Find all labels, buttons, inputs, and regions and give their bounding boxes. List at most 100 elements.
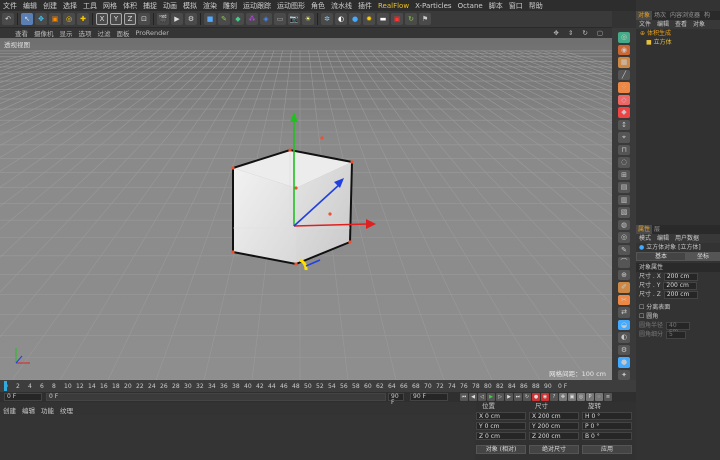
- apply-button[interactable]: 应用: [582, 445, 632, 454]
- key-selection-icon[interactable]: ?: [550, 393, 558, 401]
- layer-icon[interactable]: ▥: [618, 194, 630, 205]
- orbit-icon[interactable]: ↻: [579, 29, 590, 37]
- viewport-menu-panel[interactable]: 面板: [114, 28, 133, 38]
- camera-icon[interactable]: 📷: [288, 13, 300, 25]
- separate-surfaces-checkbox[interactable]: ☐: [639, 303, 646, 312]
- menu-character[interactable]: 角色: [308, 1, 328, 11]
- uv-icon[interactable]: ⊕: [618, 269, 630, 280]
- size-x-field[interactable]: X 200 cm: [529, 412, 579, 420]
- gravity-icon[interactable]: ◒: [618, 319, 630, 330]
- menu-help[interactable]: 帮助: [526, 1, 546, 11]
- rotation-p-field[interactable]: P 0 °: [582, 422, 632, 430]
- snap-icon[interactable]: ⊓: [618, 144, 630, 155]
- coordinate-system-icon[interactable]: ⊡: [138, 13, 150, 25]
- rotate-icon[interactable]: ◎: [63, 13, 75, 25]
- info-icon[interactable]: ●: [618, 357, 630, 368]
- pan-icon[interactable]: ✥: [550, 29, 561, 37]
- deformer-icon[interactable]: ◈: [260, 13, 272, 25]
- material-manager-area[interactable]: [0, 415, 474, 460]
- max-frame-field[interactable]: 90 F: [410, 393, 448, 401]
- recent-tool-icon[interactable]: ✚: [77, 13, 89, 25]
- tab-content-browser[interactable]: 内容浏览器: [668, 11, 702, 20]
- viewport-menu-view[interactable]: 查看: [12, 28, 31, 38]
- fillet-checkbox[interactable]: ☐: [639, 312, 646, 321]
- prev-frame-icon[interactable]: ◁: [478, 393, 486, 401]
- fillet-radius-field[interactable]: 40 cm: [666, 321, 691, 334]
- render-view-icon[interactable]: 🎬: [157, 13, 169, 25]
- python-icon[interactable]: ✦: [618, 369, 630, 380]
- render-picture-viewer-icon[interactable]: ▶: [171, 13, 183, 25]
- object-row-volume-builder[interactable]: ⊕ 体积生成: [636, 29, 720, 38]
- soft-selection-icon[interactable]: ◌: [618, 157, 630, 168]
- texture-mode-icon[interactable]: ▦: [618, 57, 630, 68]
- scale-key-icon[interactable]: ▣: [568, 393, 576, 401]
- rotation-h-field[interactable]: H 0 °: [582, 412, 632, 420]
- menu-volume[interactable]: 体积: [120, 1, 140, 11]
- subtab-coord[interactable]: 坐标: [686, 252, 720, 261]
- subdivision-icon[interactable]: ◆: [232, 13, 244, 25]
- size-z-field[interactable]: Z 200 cm: [529, 432, 579, 440]
- param-key-icon[interactable]: P: [586, 393, 594, 401]
- solo-hierarchy-icon[interactable]: ◎: [618, 232, 630, 243]
- menu-mesh[interactable]: 网格: [100, 1, 120, 11]
- menu-sculpt[interactable]: 雕刻: [220, 1, 240, 11]
- menu-realflow[interactable]: RealFlow: [375, 2, 412, 10]
- tab-attributes[interactable]: 属性: [636, 225, 653, 234]
- attr-menu-userdata[interactable]: 用户数据: [672, 234, 702, 243]
- timeline-ruler[interactable]: 0246810121416182022242628303234363840424…: [0, 380, 636, 392]
- tab-layers[interactable]: 层: [652, 225, 662, 234]
- position-key-icon[interactable]: ✥: [559, 393, 567, 401]
- size-y-field[interactable]: Y 200 cm: [529, 422, 579, 430]
- menu-mograph[interactable]: 运动图形: [274, 1, 308, 11]
- size-x-field[interactable]: 200 cm: [663, 272, 698, 281]
- frame-range-slider[interactable]: 0 F: [46, 393, 386, 401]
- solo-icon[interactable]: ◍: [618, 219, 630, 230]
- settings-icon[interactable]: ⚙: [618, 344, 630, 355]
- subtab-basic[interactable]: 基本: [636, 252, 686, 261]
- octane-icon[interactable]: ◐: [335, 13, 347, 25]
- point-key-icon[interactable]: ⁘: [595, 393, 603, 401]
- hair-icon[interactable]: ✂: [618, 294, 630, 305]
- menu-window[interactable]: 窗口: [506, 1, 526, 11]
- brush-icon[interactable]: ✐: [618, 282, 630, 293]
- attr-menu-mode[interactable]: 模式: [636, 234, 654, 243]
- position-z-field[interactable]: Z 0 cm: [476, 432, 526, 440]
- floor-icon[interactable]: ▭: [274, 13, 286, 25]
- objects-menu-object[interactable]: 对象: [690, 20, 708, 29]
- cube-icon[interactable]: ■: [204, 13, 216, 25]
- position-y-field[interactable]: Y 0 cm: [476, 422, 526, 430]
- tab-structure[interactable]: 构: [702, 11, 712, 20]
- material-menu-create[interactable]: 创建: [0, 405, 19, 415]
- viewport-menu-prorender[interactable]: ProRender: [133, 29, 172, 37]
- menu-pipeline[interactable]: 流水线: [328, 1, 355, 11]
- position-x-field[interactable]: X 0 cm: [476, 412, 526, 420]
- model-mode-icon[interactable]: ◉: [618, 44, 630, 55]
- menu-motion-tracking[interactable]: 运动跟踪: [240, 1, 274, 11]
- cloner-icon[interactable]: ⁂: [246, 13, 258, 25]
- viewport-menu-camera[interactable]: 摄像机: [31, 28, 57, 38]
- shuffle-icon[interactable]: ⇄: [618, 307, 630, 318]
- separate-surfaces-row[interactable]: ☐ 分离表面: [636, 303, 720, 312]
- record-icon[interactable]: ▣: [391, 13, 403, 25]
- sculpt-icon[interactable]: ⌒: [618, 257, 630, 268]
- maximize-icon[interactable]: ▢: [594, 29, 606, 37]
- fillet-row[interactable]: ☐ 圆角: [636, 312, 720, 321]
- coordinate-mode-select[interactable]: 对象 (相对): [476, 445, 526, 454]
- size-z-field[interactable]: 200 cm: [663, 290, 698, 299]
- zoom-icon[interactable]: ⇕: [565, 29, 576, 37]
- move-icon[interactable]: ✥: [35, 13, 47, 25]
- octane-render-icon[interactable]: ●: [349, 13, 361, 25]
- z-axis-lock-icon[interactable]: Z: [124, 13, 136, 25]
- realflow-icon[interactable]: ↻: [405, 13, 417, 25]
- menu-script[interactable]: 脚本: [486, 1, 506, 11]
- undo-icon[interactable]: ↶: [2, 13, 14, 25]
- menu-tools[interactable]: 工具: [80, 1, 100, 11]
- menu-edit[interactable]: 编辑: [20, 1, 40, 11]
- octane-settings-icon[interactable]: ✹: [363, 13, 375, 25]
- x-axis-lock-icon[interactable]: X: [96, 13, 108, 25]
- live-select-icon[interactable]: ↖: [21, 13, 33, 25]
- menu-simulate[interactable]: 模拟: [180, 1, 200, 11]
- attr-menu-edit[interactable]: 编辑: [654, 234, 672, 243]
- menu-animate[interactable]: 动画: [160, 1, 180, 11]
- rotation-key-icon[interactable]: ◎: [577, 393, 585, 401]
